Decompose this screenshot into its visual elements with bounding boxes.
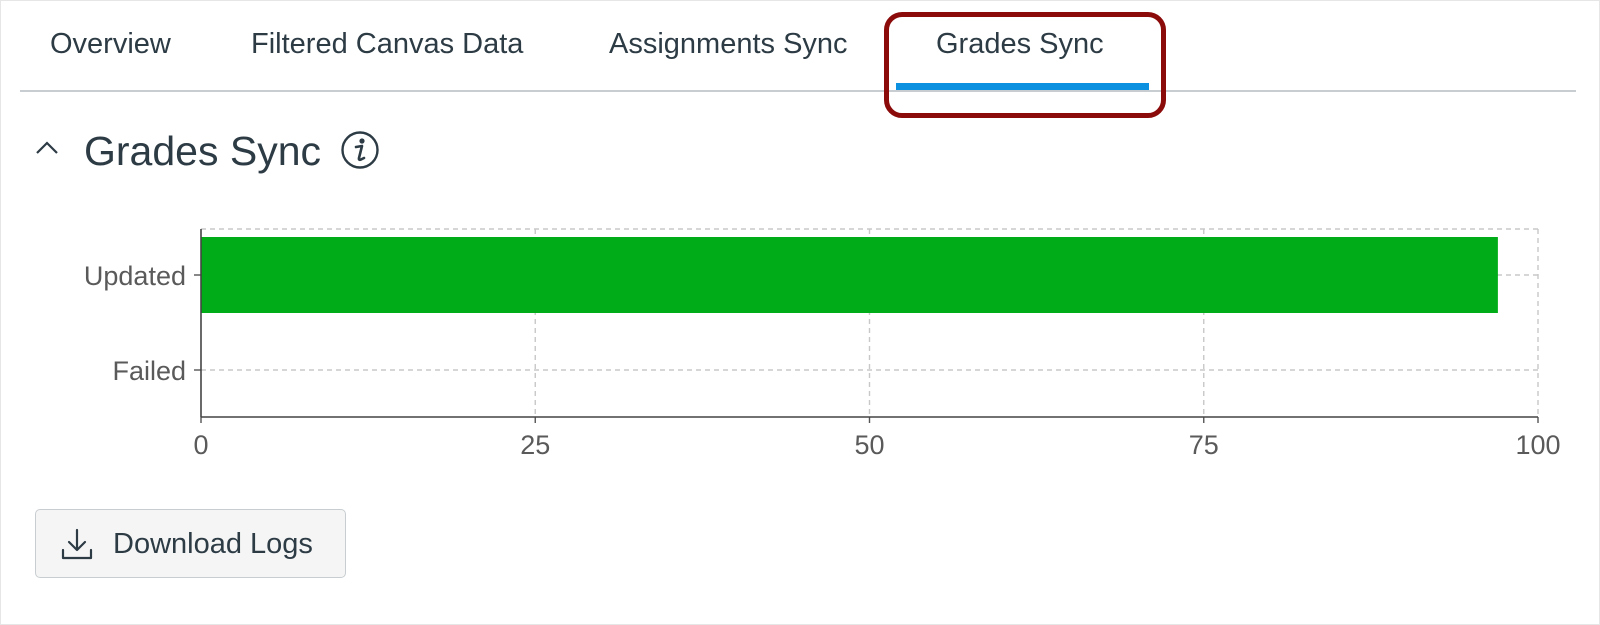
bar-updated xyxy=(201,237,1498,313)
tab-assignments-sync[interactable]: Assignments Sync xyxy=(609,28,848,61)
download-logs-button[interactable]: Download Logs xyxy=(35,509,346,578)
x-tick-label: 0 xyxy=(193,430,208,460)
info-icon[interactable] xyxy=(340,130,380,170)
grades-sync-chart: 0 25 50 75 100 Updated Failed xyxy=(84,228,1561,460)
chevron-up-icon[interactable] xyxy=(33,134,61,162)
chart-bars xyxy=(201,237,1498,313)
y-tick-label: Failed xyxy=(112,356,186,386)
section-title: Grades Sync xyxy=(84,128,321,174)
download-logs-label: Download Logs xyxy=(113,528,313,560)
download-icon xyxy=(61,528,93,560)
x-tick-label: 100 xyxy=(1515,430,1560,460)
x-tick-label: 75 xyxy=(1189,430,1219,460)
tab-filtered-canvas-data[interactable]: Filtered Canvas Data xyxy=(251,28,523,61)
x-tick-label: 50 xyxy=(854,430,884,460)
highlight-annotation xyxy=(884,12,1166,118)
tab-bar: Overview Filtered Canvas Data Assignment… xyxy=(20,0,1576,92)
y-tick-label: Updated xyxy=(84,261,186,291)
tab-overview[interactable]: Overview xyxy=(50,28,171,61)
x-tick-label: 25 xyxy=(520,430,550,460)
